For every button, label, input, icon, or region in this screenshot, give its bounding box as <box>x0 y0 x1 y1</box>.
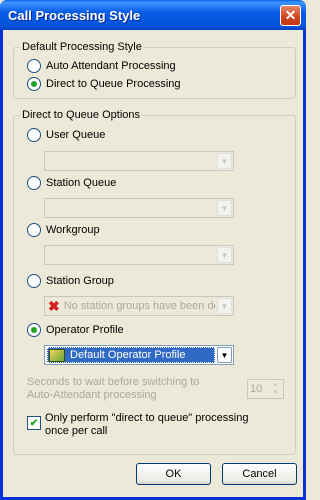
dialog-window: Call Processing Style ✕ Default Processi… <box>0 0 306 500</box>
chevron-down-icon[interactable]: ▼ <box>217 153 232 169</box>
auto-attendant-label: Auto Attendant Processing <box>46 60 176 72</box>
station-group-label: Station Group <box>46 275 114 287</box>
chevron-down-icon[interactable]: ▼ <box>217 347 232 363</box>
user-queue-combo[interactable]: ▼ <box>44 151 234 171</box>
ok-button[interactable]: OK <box>136 463 211 485</box>
operator-profile-radio[interactable]: Operator Profile <box>27 322 124 338</box>
workgroup-radio[interactable]: Workgroup <box>27 222 100 238</box>
user-queue-radio[interactable]: User Queue <box>27 127 105 143</box>
radio-indicator <box>27 223 41 237</box>
direct-to-queue-label: Direct to Queue Processing <box>46 78 181 90</box>
workgroup-label: Workgroup <box>46 224 100 236</box>
station-group-value: ✖ No station groups have been de <box>47 298 215 314</box>
spin-down-icon[interactable]: ▼ <box>269 389 282 397</box>
operator-profile-label: Operator Profile <box>46 324 124 336</box>
wait-label-line2: Auto-Attendant processing <box>27 389 157 401</box>
dq-options-legend: Direct to Queue Options <box>20 109 143 122</box>
once-per-call-label: Only perform "direct to queue" processin… <box>45 412 248 438</box>
spin-up-icon[interactable]: ▲ <box>269 381 282 389</box>
radio-indicator <box>27 77 41 91</box>
chevron-down-icon[interactable]: ▼ <box>217 247 232 263</box>
user-queue-value <box>47 153 215 169</box>
workgroup-combo[interactable]: ▼ <box>44 245 234 265</box>
radio-indicator <box>27 323 41 337</box>
operator-profile-icon <box>49 348 65 362</box>
checkmark-icon: ✔ <box>29 417 39 429</box>
once-per-call-line2: once per call <box>45 425 108 437</box>
close-button[interactable]: ✕ <box>280 5 301 26</box>
auto-attendant-radio[interactable]: Auto Attendant Processing <box>27 58 176 74</box>
title-bar[interactable]: Call Processing Style ✕ <box>0 0 306 30</box>
station-queue-radio[interactable]: Station Queue <box>27 175 116 191</box>
red-x-icon: ✖ <box>48 298 60 314</box>
operator-profile-combo[interactable]: Default Operator Profile ▼ <box>44 345 234 365</box>
radio-indicator <box>27 128 41 142</box>
wait-label: Seconds to wait before switching to Auto… <box>27 376 199 402</box>
station-group-radio[interactable]: Station Group <box>27 273 114 289</box>
operator-profile-text: Default Operator Profile <box>70 349 186 361</box>
wait-seconds-spinner[interactable]: 10 ▲ ▼ <box>247 379 284 399</box>
default-processing-legend: Default Processing Style <box>20 41 144 54</box>
close-icon: ✕ <box>284 7 297 23</box>
workgroup-value <box>47 247 215 263</box>
operator-profile-value: Default Operator Profile <box>47 347 215 363</box>
chevron-down-icon[interactable]: ▼ <box>217 298 232 314</box>
user-queue-label: User Queue <box>46 129 106 141</box>
wait-seconds-value: 10 <box>250 383 263 395</box>
station-queue-value <box>47 200 215 216</box>
radio-indicator <box>27 59 41 73</box>
radio-indicator <box>27 274 41 288</box>
window-title: Call Processing Style <box>8 8 141 23</box>
chevron-down-icon[interactable]: ▼ <box>217 200 232 216</box>
radio-indicator <box>27 176 41 190</box>
once-per-call-checkbox[interactable]: ✔ <box>27 416 41 430</box>
station-group-combo[interactable]: ✖ No station groups have been de ▼ <box>44 296 234 316</box>
direct-to-queue-radio[interactable]: Direct to Queue Processing <box>27 76 181 92</box>
station-queue-label: Station Queue <box>46 177 117 189</box>
wait-label-line1: Seconds to wait before switching to <box>27 376 200 388</box>
once-per-call-line1: Only perform "direct to queue" processin… <box>45 412 249 424</box>
station-group-text: No station groups have been de <box>63 300 215 312</box>
cancel-button[interactable]: Cancel <box>222 463 297 485</box>
station-queue-combo[interactable]: ▼ <box>44 198 234 218</box>
